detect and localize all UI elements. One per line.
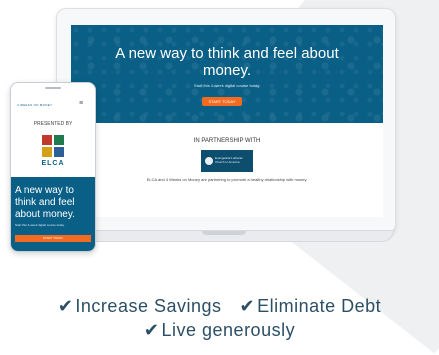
benefits-list: ✔ Increase Savings ✔ Eliminate Debt ✔ Live g… (0, 294, 439, 342)
laptop-screen: A new way to think and feel about money.… (71, 25, 383, 217)
elca-cross-icon (42, 135, 64, 157)
presented-by-label: PRESENTED BY (33, 121, 73, 127)
phone-org-name: ELCA (41, 160, 65, 167)
partner-description: ELCA and 4 Weeks on Money are partnering… (146, 177, 308, 182)
laptop-hero: A new way to think and feel about money.… (71, 25, 383, 123)
laptop-hero-subtitle: Start this 4-week digital course today. (193, 83, 261, 88)
benefit-item: ✔ Eliminate Debt (239, 296, 382, 316)
laptop-notch (202, 231, 246, 235)
phone-hero-subtitle: Start this 4-week digital course today. (15, 223, 65, 227)
menu-icon[interactable]: ≡ (79, 100, 83, 107)
phone-hero-title: A new way to think and feel about money. (15, 185, 75, 220)
phone-brand: 4 WEEKS ON MONEY (17, 103, 53, 107)
phone-start-button[interactable]: START TODAY (15, 235, 91, 242)
benefit-item: ✔ Increase Savings (57, 296, 222, 316)
laptop-hero-title: A new way to think and feel about money. (115, 45, 339, 79)
phone-mockup: 4 WEEKS ON MONEY ≡ PRESENTED BY ELCA A n… (10, 82, 96, 252)
phone-hero: A new way to think and feel about money.… (11, 177, 95, 251)
check-icon: ✔ (57, 296, 74, 316)
partner-logo-text: Evangelical Lutheran Church in America (215, 156, 244, 164)
phone-speaker (45, 87, 61, 89)
check-icon: ✔ (143, 320, 160, 340)
check-icon: ✔ (239, 296, 256, 316)
laptop-mockup: A new way to think and feel about money.… (56, 8, 396, 234)
partner-logo: Evangelical Lutheran Church in America (201, 150, 253, 172)
laptop-start-button[interactable]: START TODAY (202, 97, 242, 106)
benefit-item: ✔ Live generously (143, 320, 296, 340)
partner-heading: IN PARTNERSHIP WITH (193, 138, 261, 144)
elca-seal-icon (205, 157, 213, 165)
